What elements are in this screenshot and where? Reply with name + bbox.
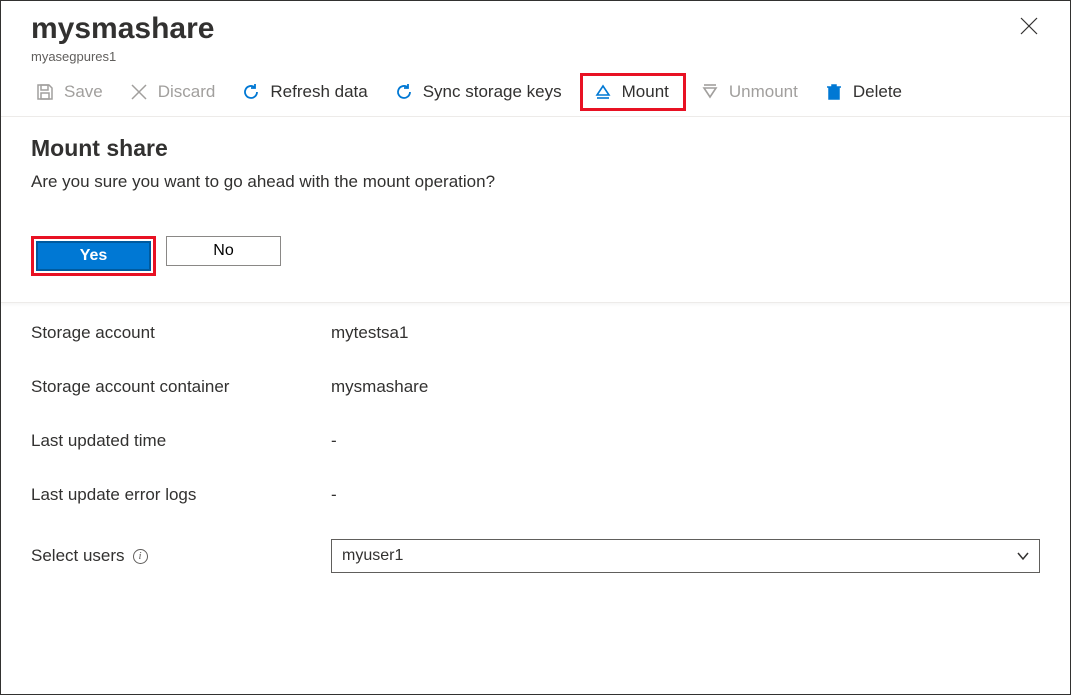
delete-icon — [824, 82, 844, 102]
mount-button[interactable]: Mount — [583, 76, 683, 108]
refresh-button[interactable]: Refresh data — [231, 76, 381, 108]
mount-label: Mount — [622, 82, 669, 102]
sync-label: Sync storage keys — [423, 82, 562, 102]
error-logs-value: - — [331, 485, 337, 505]
storage-account-label: Storage account — [31, 323, 331, 343]
unmount-icon — [700, 82, 720, 102]
close-icon — [1020, 18, 1038, 40]
container-label: Storage account container — [31, 377, 331, 397]
refresh-icon — [241, 82, 261, 102]
refresh-label: Refresh data — [270, 82, 367, 102]
delete-label: Delete — [853, 82, 902, 102]
sync-icon — [394, 82, 414, 102]
page-title: mysmashare — [31, 11, 1020, 47]
discard-button: Discard — [119, 76, 230, 108]
save-button: Save — [25, 76, 117, 108]
no-button[interactable]: No — [166, 236, 281, 266]
yes-button[interactable]: Yes — [36, 241, 151, 271]
unmount-button: Unmount — [690, 76, 812, 108]
error-logs-label: Last update error logs — [31, 485, 331, 505]
last-updated-value: - — [331, 431, 337, 451]
select-users-dropdown[interactable]: myuser1 — [331, 539, 1040, 573]
discard-label: Discard — [158, 82, 216, 102]
resource-subtitle: myasegpures1 — [31, 49, 1020, 64]
discard-icon — [129, 82, 149, 102]
confirm-message: Are you sure you want to go ahead with t… — [31, 172, 1040, 192]
delete-button[interactable]: Delete — [814, 76, 916, 108]
mount-icon — [593, 82, 613, 102]
container-value: mysmashare — [331, 377, 428, 397]
save-label: Save — [64, 82, 103, 102]
info-icon[interactable]: i — [133, 549, 148, 564]
storage-account-value: mytestsa1 — [331, 323, 408, 343]
confirm-title: Mount share — [31, 135, 1040, 162]
close-button[interactable] — [1020, 11, 1040, 41]
sync-button[interactable]: Sync storage keys — [384, 76, 576, 108]
select-users-label: Select users i — [31, 546, 331, 566]
chevron-down-icon — [1015, 548, 1031, 564]
select-users-label-text: Select users — [31, 546, 125, 566]
last-updated-label: Last updated time — [31, 431, 331, 451]
unmount-label: Unmount — [729, 82, 798, 102]
toolbar: Save Discard Refresh data Sync storage k… — [1, 68, 1070, 117]
confirm-panel: Mount share Are you sure you want to go … — [1, 117, 1070, 303]
select-users-value: myuser1 — [342, 547, 1015, 565]
save-icon — [35, 82, 55, 102]
